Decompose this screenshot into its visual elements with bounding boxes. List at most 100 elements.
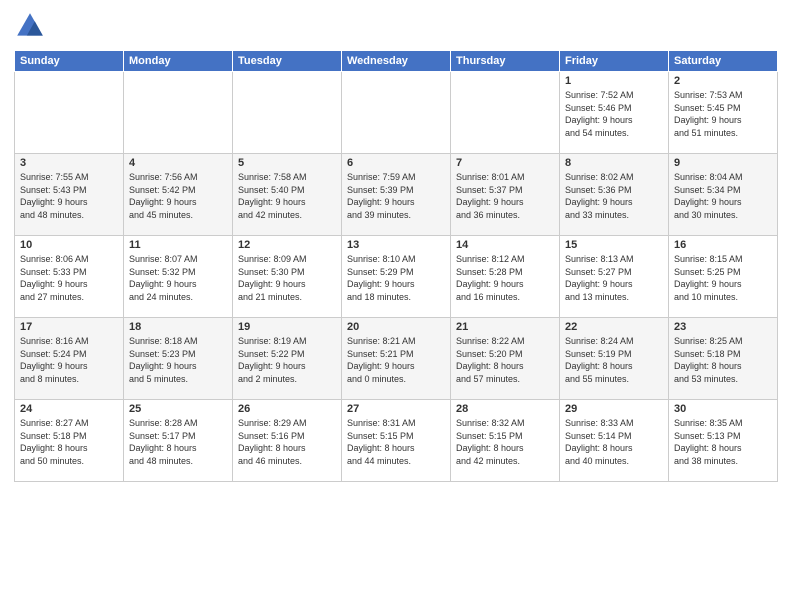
week-row-2: 10 Sunrise: 8:06 AM Sunset: 5:33 PM Dayli… [15, 236, 778, 318]
day-info: Sunrise: 8:33 AM Sunset: 5:14 PM Dayligh… [565, 417, 663, 467]
calendar-cell: 25Sunrise: 8:28 AM Sunset: 5:17 PM Dayli… [124, 400, 233, 482]
calendar-cell: 23Sunrise: 8:25 AM Sunset: 5:18 PM Dayli… [669, 318, 778, 400]
day-number: 1 [565, 75, 663, 87]
day-number: 25 [129, 403, 227, 415]
day-info: Sunrise: 8:25 AM Sunset: 5:18 PM Dayligh… [674, 335, 772, 385]
day-info: Sunrise: 7:52 AM Sunset: 5:46 PM Dayligh… [565, 89, 663, 139]
calendar-cell: 17 Sunrise: 8:16 AM Sunset: 5:24 PM Dayli… [15, 318, 124, 400]
calendar-cell: 3Sunrise: 7:55 AM Sunset: 5:43 PM Daylig… [15, 154, 124, 236]
calendar-header: SundayMondayTuesdayWednesdayThursdayFrid… [15, 51, 778, 72]
calendar-cell [124, 72, 233, 154]
day-number: 9 [674, 157, 772, 169]
day-info: Sunrise: 8:22 AM Sunset: 5:20 PM Dayligh… [456, 335, 554, 385]
calendar-cell [15, 72, 124, 154]
day-number: 22 [565, 321, 663, 333]
day-number: 2 [674, 75, 772, 87]
day-number: 20 [347, 321, 445, 333]
logo-icon [14, 10, 46, 42]
page: SundayMondayTuesdayWednesdayThursdayFrid… [0, 0, 792, 612]
week-row-0: 1 Sunrise: 7:52 AM Sunset: 5:46 PM Daylig… [15, 72, 778, 154]
day-info: Sunrise: 8:27 AM Sunset: 5:18 PM Dayligh… [20, 417, 118, 467]
day-number: 7 [456, 157, 554, 169]
calendar-cell: 1 Sunrise: 7:52 AM Sunset: 5:46 PM Daylig… [560, 72, 669, 154]
weekday-row: SundayMondayTuesdayWednesdayThursdayFrid… [15, 51, 778, 72]
calendar: SundayMondayTuesdayWednesdayThursdayFrid… [14, 50, 778, 482]
day-number: 8 [565, 157, 663, 169]
calendar-cell: 26 Sunrise: 8:29 AM Sunset: 5:16 PM Dayli… [233, 400, 342, 482]
week-row-3: 17 Sunrise: 8:16 AM Sunset: 5:24 PM Dayli… [15, 318, 778, 400]
day-number: 27 [347, 403, 445, 415]
day-number: 28 [456, 403, 554, 415]
calendar-cell: 19 Sunrise: 8:19 AM Sunset: 5:22 PM Dayli… [233, 318, 342, 400]
day-info: Sunrise: 8:12 AM Sunset: 5:28 PM Dayligh… [456, 253, 554, 303]
day-info: Sunrise: 8:13 AM Sunset: 5:27 PM Dayligh… [565, 253, 663, 303]
calendar-cell: 11 Sunrise: 8:07 AM Sunset: 5:32 PM Dayli… [124, 236, 233, 318]
day-info: Sunrise: 7:55 AM Sunset: 5:43 PM Dayligh… [20, 171, 118, 221]
weekday-tuesday: Tuesday [233, 51, 342, 72]
day-number: 26 [238, 403, 336, 415]
calendar-cell: 9 Sunrise: 8:04 AM Sunset: 5:34 PM Daylig… [669, 154, 778, 236]
calendar-cell: 28 Sunrise: 8:32 AM Sunset: 5:15 PM Dayli… [451, 400, 560, 482]
day-info: Sunrise: 7:53 AM Sunset: 5:45 PM Dayligh… [674, 89, 772, 139]
calendar-cell: 29 Sunrise: 8:33 AM Sunset: 5:14 PM Dayli… [560, 400, 669, 482]
day-number: 6 [347, 157, 445, 169]
day-info: Sunrise: 8:04 AM Sunset: 5:34 PM Dayligh… [674, 171, 772, 221]
calendar-cell: 13Sunrise: 8:10 AM Sunset: 5:29 PM Dayli… [342, 236, 451, 318]
day-info: Sunrise: 8:15 AM Sunset: 5:25 PM Dayligh… [674, 253, 772, 303]
day-info: Sunrise: 8:10 AM Sunset: 5:29 PM Dayligh… [347, 253, 445, 303]
day-info: Sunrise: 8:16 AM Sunset: 5:24 PM Dayligh… [20, 335, 118, 385]
weekday-thursday: Thursday [451, 51, 560, 72]
day-number: 14 [456, 239, 554, 251]
calendar-cell: 4Sunrise: 7:56 AM Sunset: 5:42 PM Daylig… [124, 154, 233, 236]
calendar-cell: 5 Sunrise: 7:58 AM Sunset: 5:40 PM Daylig… [233, 154, 342, 236]
weekday-wednesday: Wednesday [342, 51, 451, 72]
calendar-cell: 14 Sunrise: 8:12 AM Sunset: 5:28 PM Dayli… [451, 236, 560, 318]
calendar-cell [451, 72, 560, 154]
day-number: 24 [20, 403, 118, 415]
calendar-cell: 7 Sunrise: 8:01 AM Sunset: 5:37 PM Daylig… [451, 154, 560, 236]
day-info: Sunrise: 8:31 AM Sunset: 5:15 PM Dayligh… [347, 417, 445, 467]
calendar-cell [233, 72, 342, 154]
calendar-cell: 18 Sunrise: 8:18 AM Sunset: 5:23 PM Dayli… [124, 318, 233, 400]
day-info: Sunrise: 8:06 AM Sunset: 5:33 PM Dayligh… [20, 253, 118, 303]
calendar-body: 1 Sunrise: 7:52 AM Sunset: 5:46 PM Daylig… [15, 72, 778, 482]
weekday-sunday: Sunday [15, 51, 124, 72]
day-number: 5 [238, 157, 336, 169]
day-info: Sunrise: 7:58 AM Sunset: 5:40 PM Dayligh… [238, 171, 336, 221]
day-info: Sunrise: 8:07 AM Sunset: 5:32 PM Dayligh… [129, 253, 227, 303]
logo [14, 10, 50, 42]
day-number: 10 [20, 239, 118, 251]
day-number: 11 [129, 239, 227, 251]
calendar-cell: 8 Sunrise: 8:02 AM Sunset: 5:36 PM Daylig… [560, 154, 669, 236]
day-info: Sunrise: 8:21 AM Sunset: 5:21 PM Dayligh… [347, 335, 445, 385]
weekday-monday: Monday [124, 51, 233, 72]
day-info: Sunrise: 8:01 AM Sunset: 5:37 PM Dayligh… [456, 171, 554, 221]
week-row-4: 24 Sunrise: 8:27 AM Sunset: 5:18 PM Dayli… [15, 400, 778, 482]
calendar-cell: 27 Sunrise: 8:31 AM Sunset: 5:15 PM Dayli… [342, 400, 451, 482]
calendar-cell: 15 Sunrise: 8:13 AM Sunset: 5:27 PM Dayli… [560, 236, 669, 318]
day-number: 17 [20, 321, 118, 333]
day-info: Sunrise: 8:29 AM Sunset: 5:16 PM Dayligh… [238, 417, 336, 467]
day-info: Sunrise: 8:02 AM Sunset: 5:36 PM Dayligh… [565, 171, 663, 221]
day-number: 18 [129, 321, 227, 333]
day-number: 21 [456, 321, 554, 333]
day-number: 15 [565, 239, 663, 251]
calendar-cell: 6 Sunrise: 7:59 AM Sunset: 5:39 PM Daylig… [342, 154, 451, 236]
day-info: Sunrise: 8:19 AM Sunset: 5:22 PM Dayligh… [238, 335, 336, 385]
day-info: Sunrise: 8:18 AM Sunset: 5:23 PM Dayligh… [129, 335, 227, 385]
day-info: Sunrise: 8:32 AM Sunset: 5:15 PM Dayligh… [456, 417, 554, 467]
day-number: 4 [129, 157, 227, 169]
day-number: 19 [238, 321, 336, 333]
calendar-cell: 21 Sunrise: 8:22 AM Sunset: 5:20 PM Dayli… [451, 318, 560, 400]
day-number: 29 [565, 403, 663, 415]
day-info: Sunrise: 7:59 AM Sunset: 5:39 PM Dayligh… [347, 171, 445, 221]
day-number: 30 [674, 403, 772, 415]
day-info: Sunrise: 8:35 AM Sunset: 5:13 PM Dayligh… [674, 417, 772, 467]
weekday-saturday: Saturday [669, 51, 778, 72]
calendar-cell: 10 Sunrise: 8:06 AM Sunset: 5:33 PM Dayli… [15, 236, 124, 318]
weekday-friday: Friday [560, 51, 669, 72]
week-row-1: 3Sunrise: 7:55 AM Sunset: 5:43 PM Daylig… [15, 154, 778, 236]
calendar-cell: 2 Sunrise: 7:53 AM Sunset: 5:45 PM Daylig… [669, 72, 778, 154]
calendar-cell: 24 Sunrise: 8:27 AM Sunset: 5:18 PM Dayli… [15, 400, 124, 482]
day-number: 16 [674, 239, 772, 251]
